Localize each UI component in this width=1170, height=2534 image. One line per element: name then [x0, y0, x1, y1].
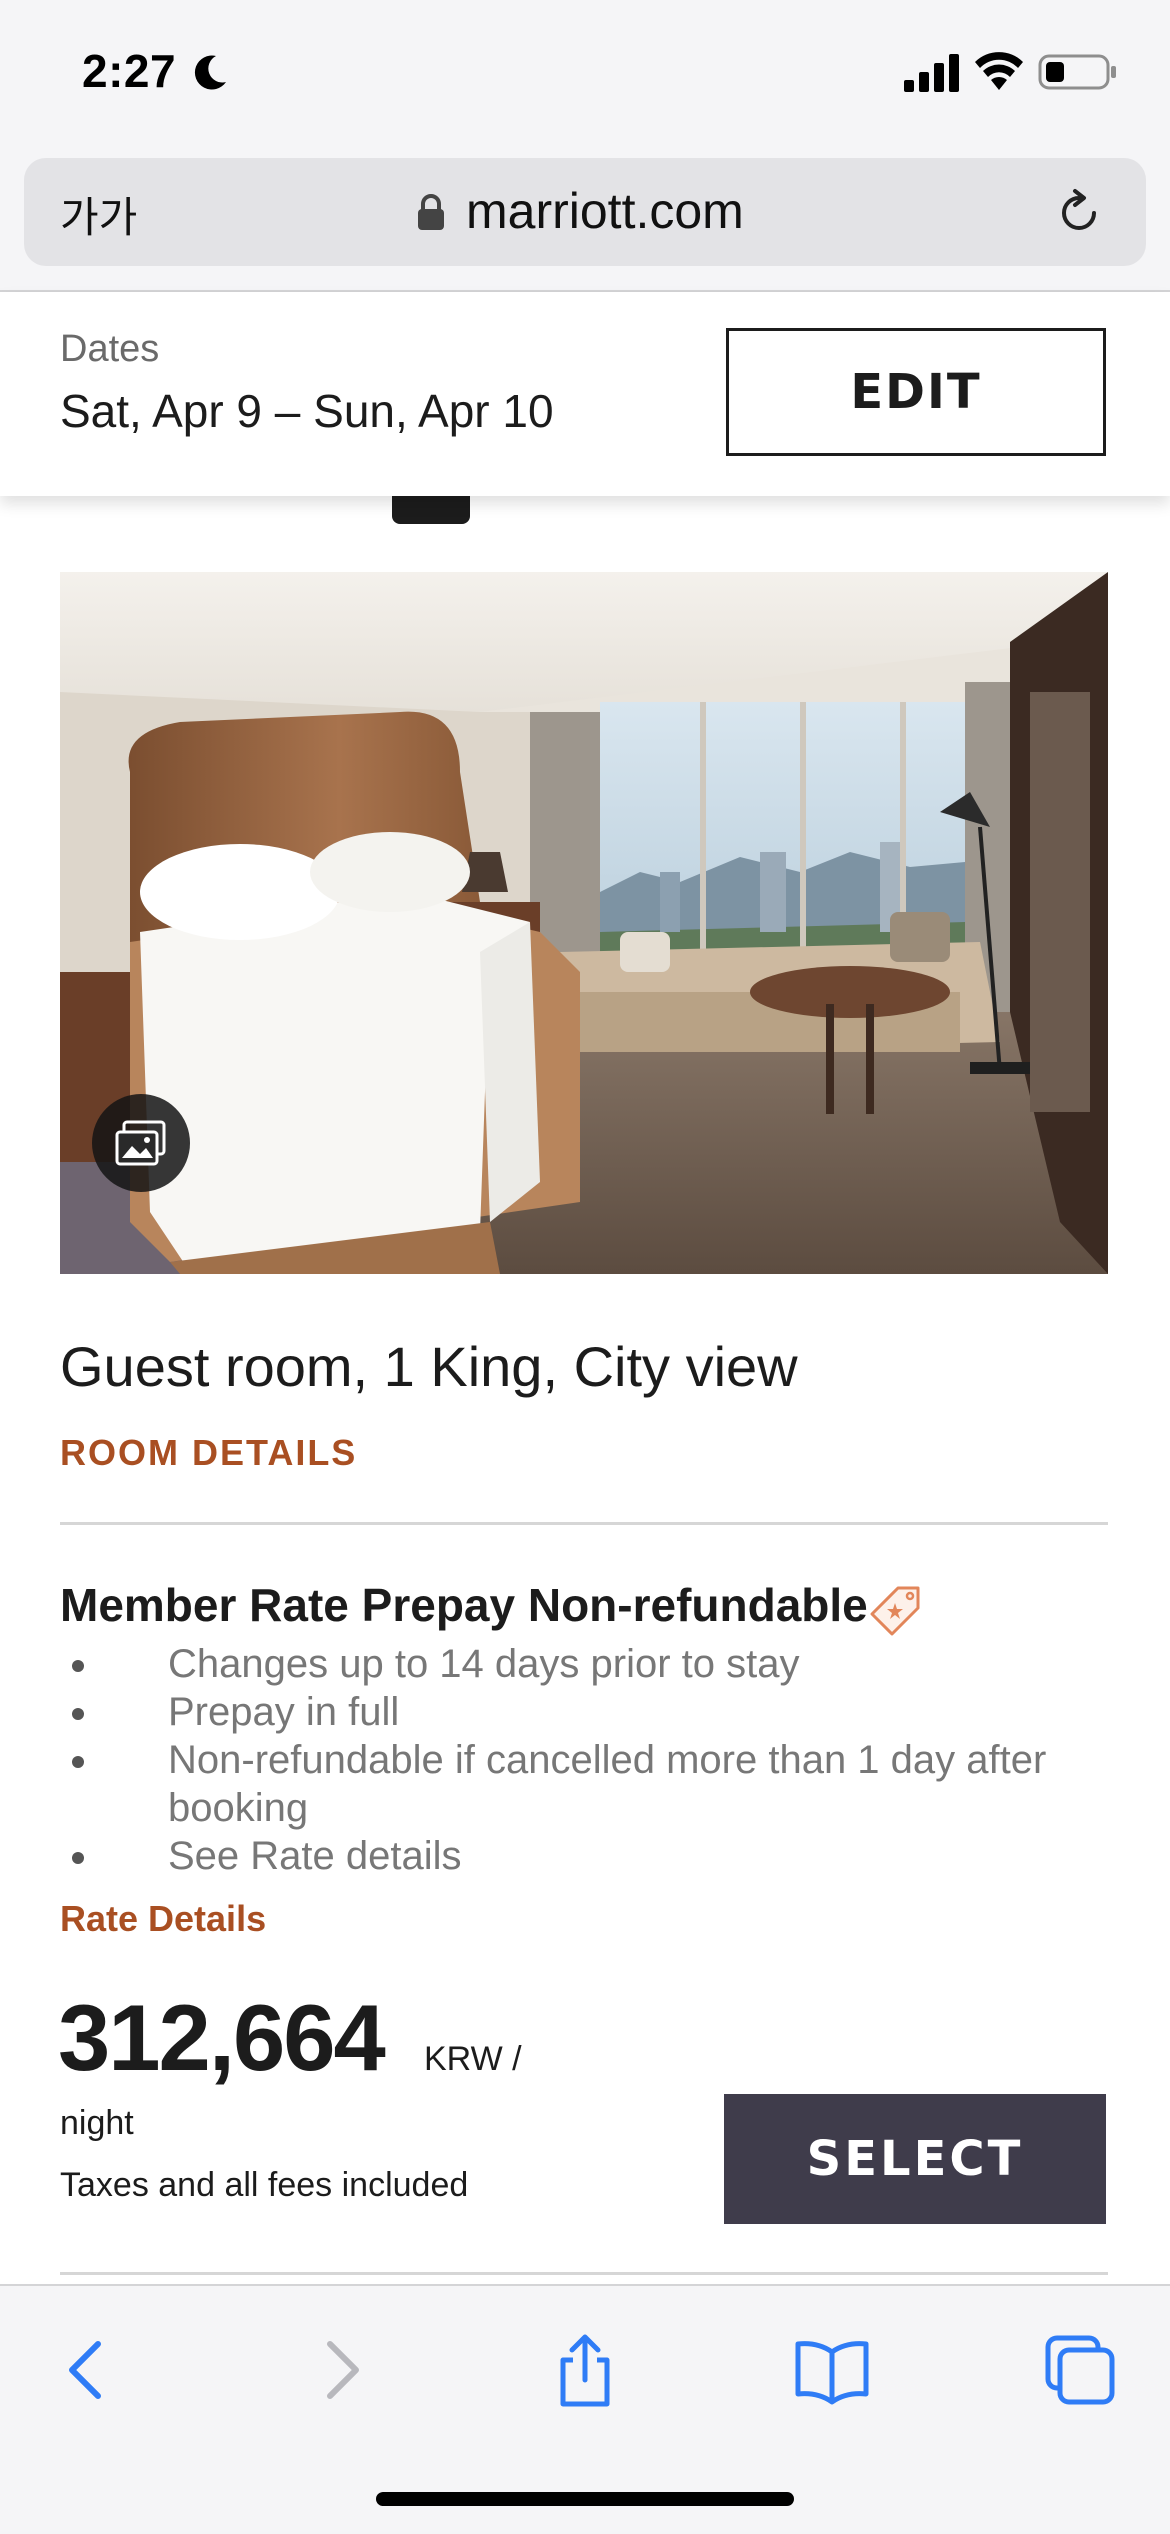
- price-per-night: night: [60, 2104, 134, 2142]
- list-item: See Rate details: [60, 1832, 1110, 1880]
- list-item: Changes up to 14 days prior to stay: [60, 1640, 1110, 1688]
- rate-title: Member Rate Prepay Non-refundable: [60, 1579, 868, 1631]
- rate-condition-text: Changes up to 14 days prior to stay: [168, 1642, 800, 1686]
- back-icon[interactable]: [48, 2330, 128, 2410]
- gallery-icon: [115, 1120, 166, 1166]
- bullet: [72, 1708, 84, 1720]
- browser-toolbar: [0, 2284, 1170, 2534]
- price-amount: 312,664: [58, 1985, 386, 2090]
- list-item: Non-refundable if cancelled more than 1 …: [60, 1736, 1110, 1832]
- home-indicator: [376, 2492, 794, 2506]
- share-icon[interactable]: [545, 2330, 625, 2410]
- room-details-link[interactable]: ROOM DETAILS: [60, 1432, 357, 1474]
- bullet: [72, 1660, 84, 1672]
- dates-header: Dates Sat, Apr 9 – Sun, Apr 10 EDIT: [0, 292, 1170, 496]
- divider: [60, 2272, 1108, 2275]
- wifi-icon: [975, 52, 1023, 90]
- url-domain[interactable]: marriott.com: [466, 182, 744, 240]
- bullet: [72, 1756, 84, 1768]
- photo-gallery-button[interactable]: [92, 1094, 190, 1192]
- member-rate-tag-icon: [870, 1586, 920, 1636]
- bookmarks-icon[interactable]: [792, 2330, 872, 2410]
- battery-icon: [1038, 54, 1116, 90]
- room-title: Guest room, 1 King, City view: [60, 1335, 798, 1398]
- rate-conditions-list: Changes up to 14 days prior to stay Prep…: [60, 1640, 1110, 1880]
- hidden-tab-edge: [392, 492, 470, 524]
- dates-label: Dates: [60, 328, 160, 370]
- rate-details-link[interactable]: Rate Details: [60, 1898, 266, 1940]
- status-time: 2:27: [82, 45, 177, 97]
- price-currency: KRW /: [424, 2040, 522, 2078]
- reload-icon[interactable]: [1054, 188, 1104, 238]
- rate-condition-text: Non-refundable if cancelled more than 1 …: [168, 1738, 1047, 1830]
- moon-icon: [194, 55, 226, 90]
- signal-icon: [904, 54, 959, 92]
- text-size-button[interactable]: 가가: [60, 184, 137, 245]
- divider: [60, 1522, 1108, 1525]
- dates-value: Sat, Apr 9 – Sun, Apr 10: [60, 385, 554, 437]
- taxes-note: Taxes and all fees included: [60, 2166, 469, 2204]
- select-rate-button[interactable]: SELECT: [724, 2094, 1106, 2224]
- lock-icon: [418, 194, 444, 230]
- browser-address-area: 가가 marriott.com: [0, 150, 1170, 292]
- edit-dates-button[interactable]: EDIT: [726, 328, 1106, 456]
- forward-icon[interactable]: [300, 2330, 380, 2410]
- rate-condition-text: See Rate details: [168, 1834, 462, 1878]
- room-photo-illustration: [60, 572, 1108, 1274]
- bullet: [72, 1852, 84, 1864]
- rate-condition-text: Prepay in full: [168, 1690, 400, 1734]
- address-bar[interactable]: 가가 marriott.com: [24, 158, 1146, 266]
- room-photo[interactable]: [60, 572, 1108, 1274]
- status-bar: 2:27: [0, 0, 1170, 150]
- list-item: Prepay in full: [60, 1688, 1110, 1736]
- tabs-icon[interactable]: [1040, 2330, 1120, 2410]
